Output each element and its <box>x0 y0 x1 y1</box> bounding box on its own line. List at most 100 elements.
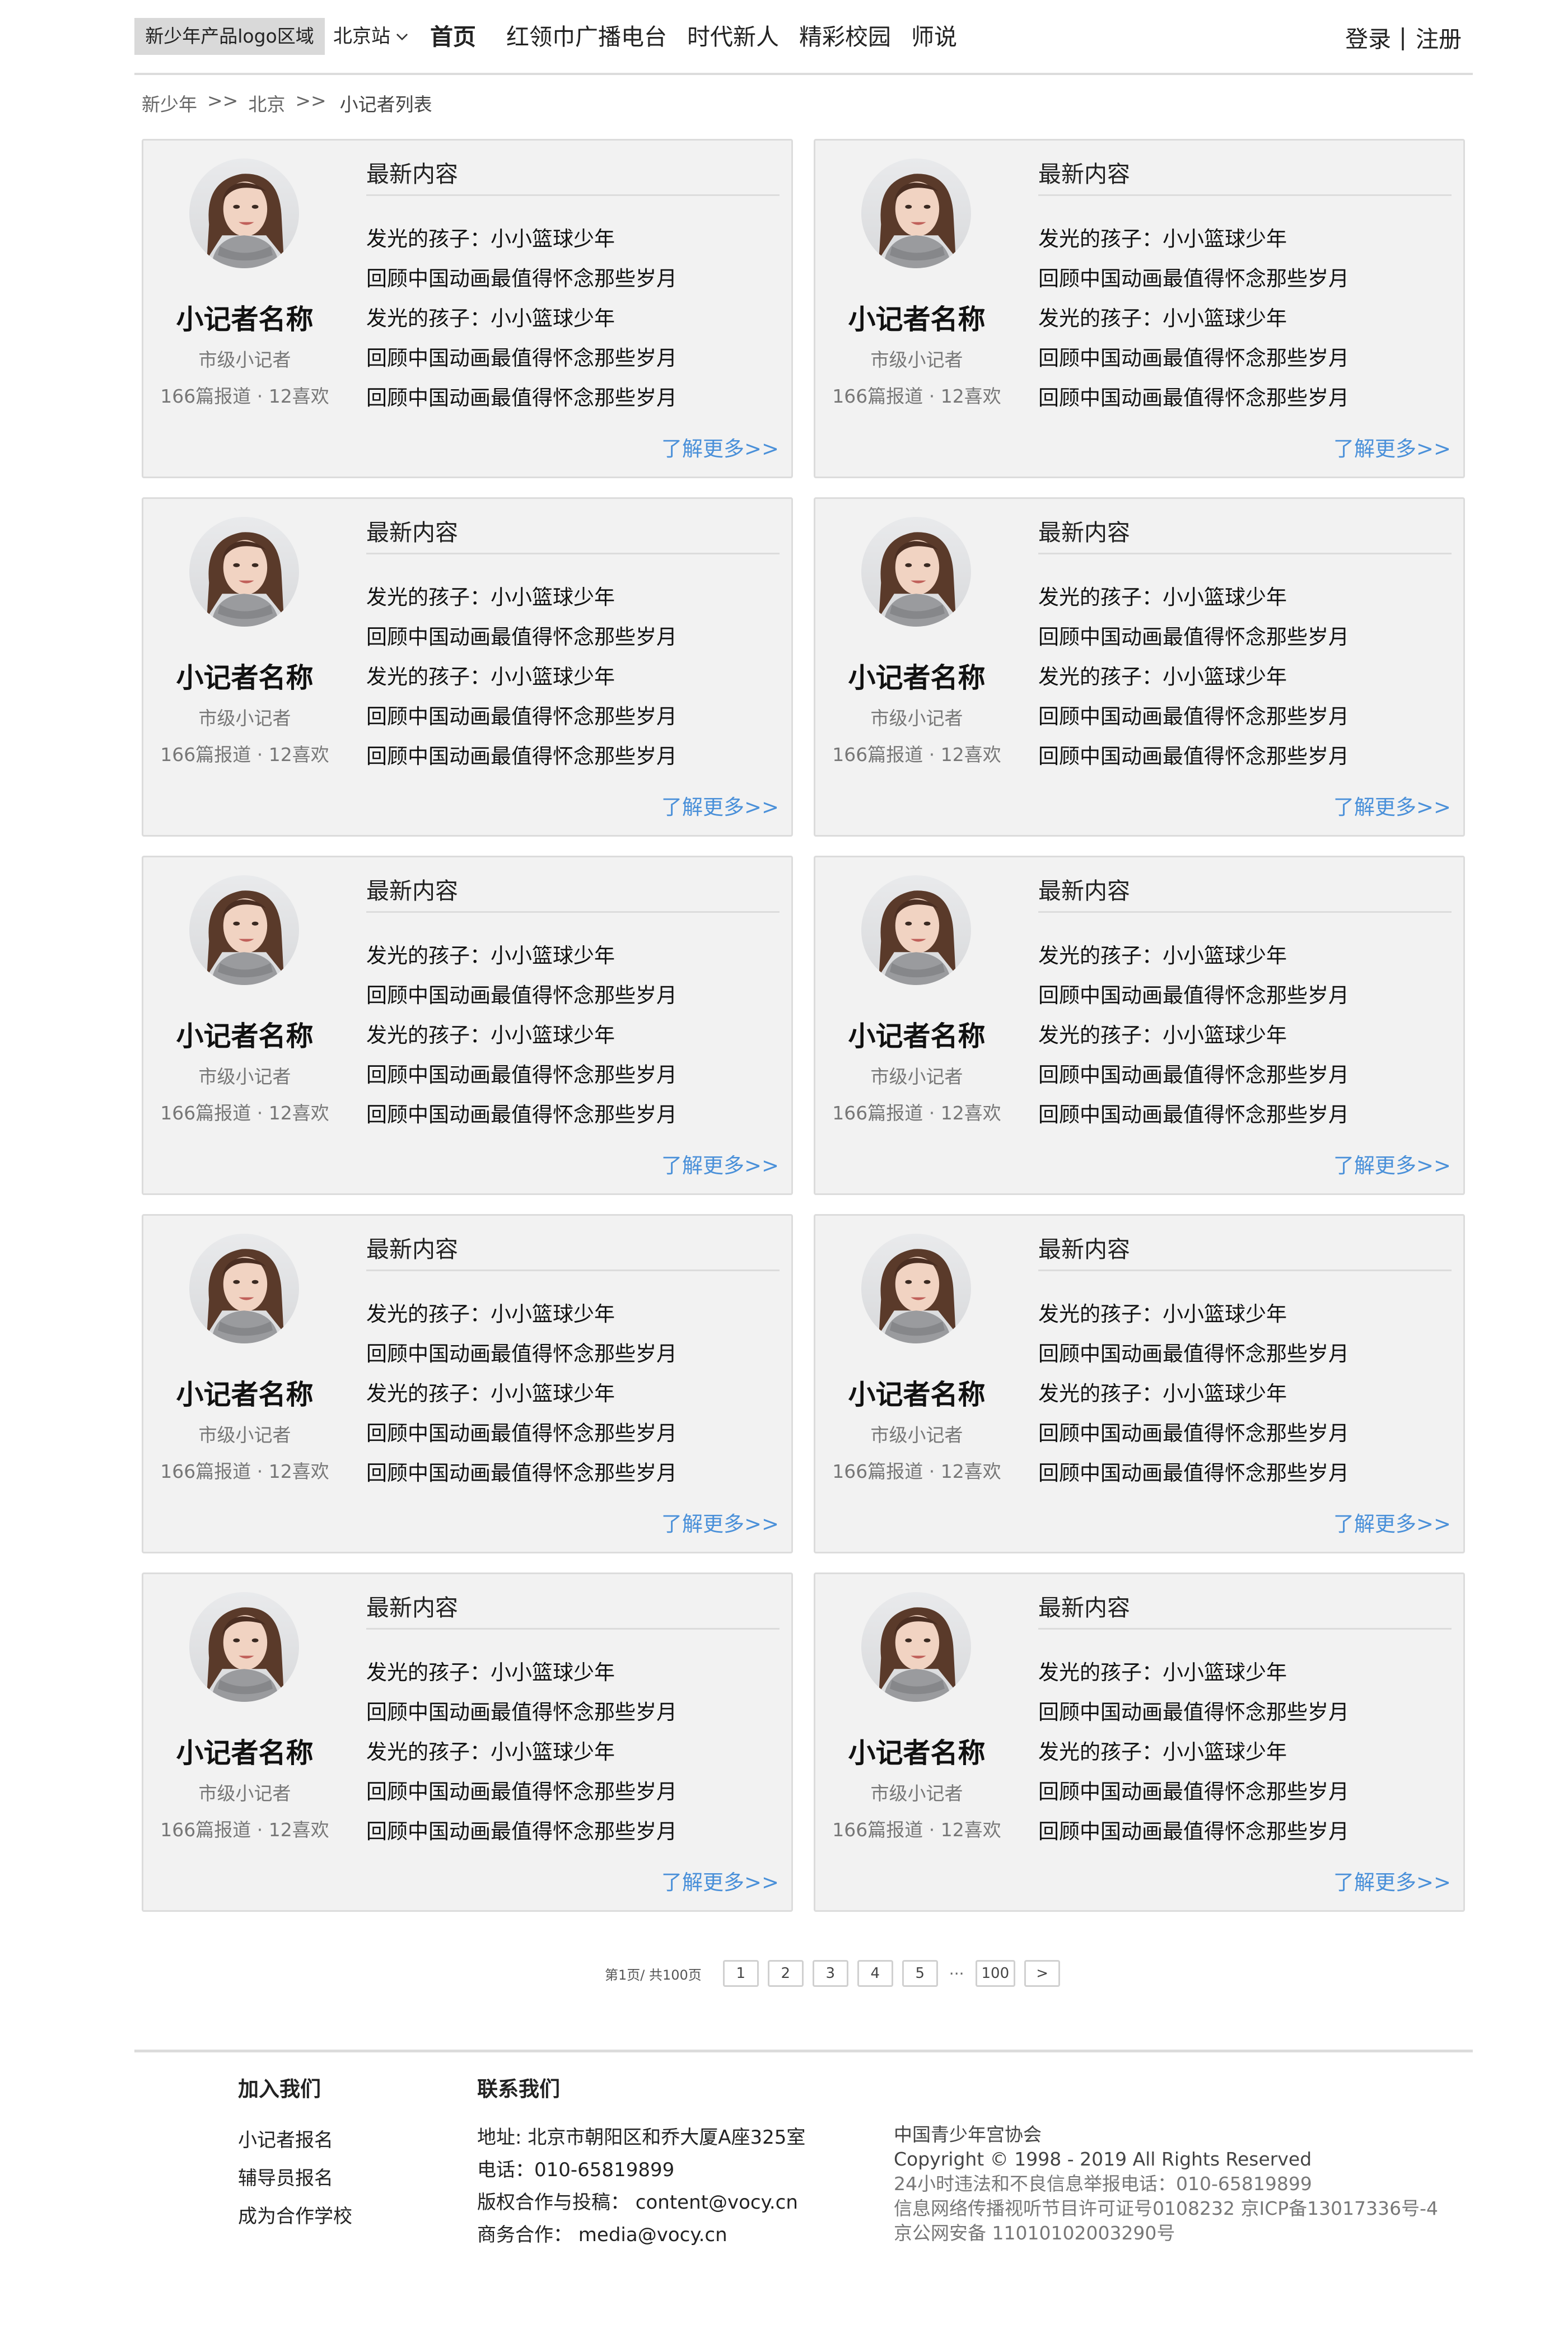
learn-more-link[interactable]: 了解更多>> <box>1333 1507 1451 1537</box>
article-link[interactable]: 回顾中国动画最值得怀念那些岁月 <box>366 1812 677 1851</box>
article-link[interactable]: 回顾中国动画最值得怀念那些岁月 <box>1038 1413 1349 1453</box>
article-link[interactable]: 回顾中国动画最值得怀念那些岁月 <box>366 1772 677 1812</box>
breadcrumb-item[interactable]: 新少年 <box>142 90 197 116</box>
register-link[interactable]: 注册 <box>1416 20 1462 54</box>
learn-more-link[interactable]: 了解更多>> <box>661 1865 779 1896</box>
article-link[interactable]: 回顾中国动画最值得怀念那些岁月 <box>366 338 677 378</box>
avatar[interactable] <box>861 517 971 627</box>
article-link[interactable]: 发光的孩子：小小篮球少年 <box>1038 577 1349 617</box>
learn-more-link[interactable]: 了解更多>> <box>1333 432 1451 462</box>
footer-link[interactable]: 成为合作学校 <box>238 2197 352 2236</box>
article-link[interactable]: 回顾中国动画最值得怀念那些岁月 <box>366 1095 677 1135</box>
article-link[interactable]: 回顾中国动画最值得怀念那些岁月 <box>366 1055 677 1095</box>
article-link[interactable]: 发光的孩子：小小篮球少年 <box>1038 298 1349 338</box>
reporter-name[interactable]: 小记者名称 <box>815 297 1018 337</box>
article-link[interactable]: 回顾中国动画最值得怀念那些岁月 <box>1038 338 1349 378</box>
reporter-name[interactable]: 小记者名称 <box>143 1014 346 1054</box>
article-link[interactable]: 发光的孩子：小小篮球少年 <box>1038 657 1349 697</box>
article-link[interactable]: 回顾中国动画最值得怀念那些岁月 <box>1038 617 1349 657</box>
article-link[interactable]: 发光的孩子：小小篮球少年 <box>1038 1732 1349 1772</box>
article-link[interactable]: 回顾中国动画最值得怀念那些岁月 <box>1038 1453 1349 1493</box>
learn-more-link[interactable]: 了解更多>> <box>1333 790 1451 820</box>
article-link[interactable]: 回顾中国动画最值得怀念那些岁月 <box>366 617 677 657</box>
article-link[interactable]: 回顾中国动画最值得怀念那些岁月 <box>366 697 677 736</box>
page-button[interactable]: 1 <box>722 1960 759 1987</box>
reporter-name[interactable]: 小记者名称 <box>143 1731 346 1771</box>
learn-more-link[interactable]: 了解更多>> <box>661 432 779 462</box>
avatar[interactable] <box>189 1234 299 1343</box>
reporter-name[interactable]: 小记者名称 <box>815 1014 1018 1054</box>
article-link[interactable]: 回顾中国动画最值得怀念那些岁月 <box>366 976 677 1015</box>
article-link[interactable]: 回顾中国动画最值得怀念那些岁月 <box>1038 1692 1349 1732</box>
article-link[interactable]: 回顾中国动画最值得怀念那些岁月 <box>1038 259 1349 298</box>
article-link[interactable]: 回顾中国动画最值得怀念那些岁月 <box>366 1413 677 1453</box>
page-button[interactable]: 2 <box>767 1960 804 1987</box>
nav-campus[interactable]: 精彩校园 <box>799 15 891 59</box>
article-link[interactable]: 发光的孩子：小小篮球少年 <box>366 298 677 338</box>
footer-link[interactable]: 辅导员报名 <box>238 2159 352 2197</box>
reporter-name[interactable]: 小记者名称 <box>143 1373 346 1412</box>
article-link[interactable]: 发光的孩子：小小篮球少年 <box>366 657 677 697</box>
article-link[interactable]: 发光的孩子：小小篮球少年 <box>366 577 677 617</box>
footer-contact-line[interactable]: 版权合作与投稿： content@vocy.cn <box>477 2186 805 2219</box>
reporter-name[interactable]: 小记者名称 <box>815 1731 1018 1771</box>
article-link[interactable]: 发光的孩子：小小篮球少年 <box>366 1015 677 1055</box>
reporter-name[interactable]: 小记者名称 <box>815 1373 1018 1412</box>
article-link[interactable]: 回顾中国动画最值得怀念那些岁月 <box>1038 378 1349 418</box>
nav-new-era[interactable]: 时代新人 <box>687 15 779 59</box>
page-button[interactable]: 4 <box>857 1960 893 1987</box>
reporter-name[interactable]: 小记者名称 <box>143 297 346 337</box>
article-link[interactable]: 回顾中国动画最值得怀念那些岁月 <box>366 1692 677 1732</box>
city-selector[interactable]: 北京站 <box>333 18 409 55</box>
reporter-name[interactable]: 小记者名称 <box>815 656 1018 696</box>
avatar[interactable] <box>189 875 299 985</box>
nav-home[interactable]: 首页 <box>430 15 476 59</box>
reporter-name[interactable]: 小记者名称 <box>143 656 346 696</box>
learn-more-link[interactable]: 了解更多>> <box>661 1149 779 1179</box>
article-link[interactable]: 发光的孩子：小小篮球少年 <box>1038 219 1349 259</box>
learn-more-link[interactable]: 了解更多>> <box>661 790 779 820</box>
logo[interactable]: 新少年产品logo区域 <box>134 18 325 55</box>
article-link[interactable]: 发光的孩子：小小篮球少年 <box>366 1653 677 1692</box>
article-link[interactable]: 回顾中国动画最值得怀念那些岁月 <box>366 736 677 776</box>
avatar[interactable] <box>189 517 299 627</box>
avatar[interactable] <box>189 1592 299 1702</box>
article-link[interactable]: 回顾中国动画最值得怀念那些岁月 <box>1038 736 1349 776</box>
article-link[interactable]: 发光的孩子：小小篮球少年 <box>366 1732 677 1772</box>
article-link[interactable]: 回顾中国动画最值得怀念那些岁月 <box>1038 1812 1349 1851</box>
article-link[interactable]: 回顾中国动画最值得怀念那些岁月 <box>1038 976 1349 1015</box>
breadcrumb-item[interactable]: 北京 <box>248 90 285 116</box>
article-link[interactable]: 回顾中国动画最值得怀念那些岁月 <box>1038 697 1349 736</box>
avatar[interactable] <box>861 1234 971 1343</box>
article-link[interactable]: 发光的孩子：小小篮球少年 <box>1038 1015 1349 1055</box>
article-link[interactable]: 回顾中国动画最值得怀念那些岁月 <box>1038 1772 1349 1812</box>
article-link[interactable]: 发光的孩子：小小篮球少年 <box>1038 1374 1349 1413</box>
footer-contact-line[interactable]: 商务合作： media@vocy.cn <box>477 2219 805 2251</box>
page-button-last[interactable]: 100 <box>975 1960 1016 1987</box>
learn-more-link[interactable]: 了解更多>> <box>661 1507 779 1537</box>
article-link[interactable]: 发光的孩子：小小篮球少年 <box>366 1294 677 1334</box>
article-link[interactable]: 回顾中国动画最值得怀念那些岁月 <box>366 378 677 418</box>
article-link[interactable]: 回顾中国动画最值得怀念那些岁月 <box>366 1453 677 1493</box>
article-link[interactable]: 发光的孩子：小小篮球少年 <box>366 1374 677 1413</box>
article-link[interactable]: 回顾中国动画最值得怀念那些岁月 <box>366 1334 677 1374</box>
nav-radio[interactable]: 红领巾广播电台 <box>506 15 667 59</box>
article-link[interactable]: 回顾中国动画最值得怀念那些岁月 <box>366 259 677 298</box>
page-button[interactable]: 3 <box>812 1960 848 1987</box>
nav-teachers[interactable]: 师说 <box>911 15 957 59</box>
article-link[interactable]: 发光的孩子：小小篮球少年 <box>366 219 677 259</box>
article-link[interactable]: 发光的孩子：小小篮球少年 <box>1038 1653 1349 1692</box>
article-link[interactable]: 回顾中国动画最值得怀念那些岁月 <box>1038 1334 1349 1374</box>
article-link[interactable]: 回顾中国动画最值得怀念那些岁月 <box>1038 1095 1349 1135</box>
article-link[interactable]: 发光的孩子：小小篮球少年 <box>1038 936 1349 976</box>
footer-link[interactable]: 小记者报名 <box>238 2121 352 2159</box>
learn-more-link[interactable]: 了解更多>> <box>1333 1865 1451 1896</box>
page-button[interactable]: 5 <box>902 1960 938 1987</box>
avatar[interactable] <box>861 158 971 268</box>
article-link[interactable]: 发光的孩子：小小篮球少年 <box>1038 1294 1349 1334</box>
login-link[interactable]: 登录 <box>1345 20 1391 54</box>
article-link[interactable]: 回顾中国动画最值得怀念那些岁月 <box>1038 1055 1349 1095</box>
avatar[interactable] <box>861 1592 971 1702</box>
avatar[interactable] <box>189 158 299 268</box>
article-link[interactable]: 发光的孩子：小小篮球少年 <box>366 936 677 976</box>
